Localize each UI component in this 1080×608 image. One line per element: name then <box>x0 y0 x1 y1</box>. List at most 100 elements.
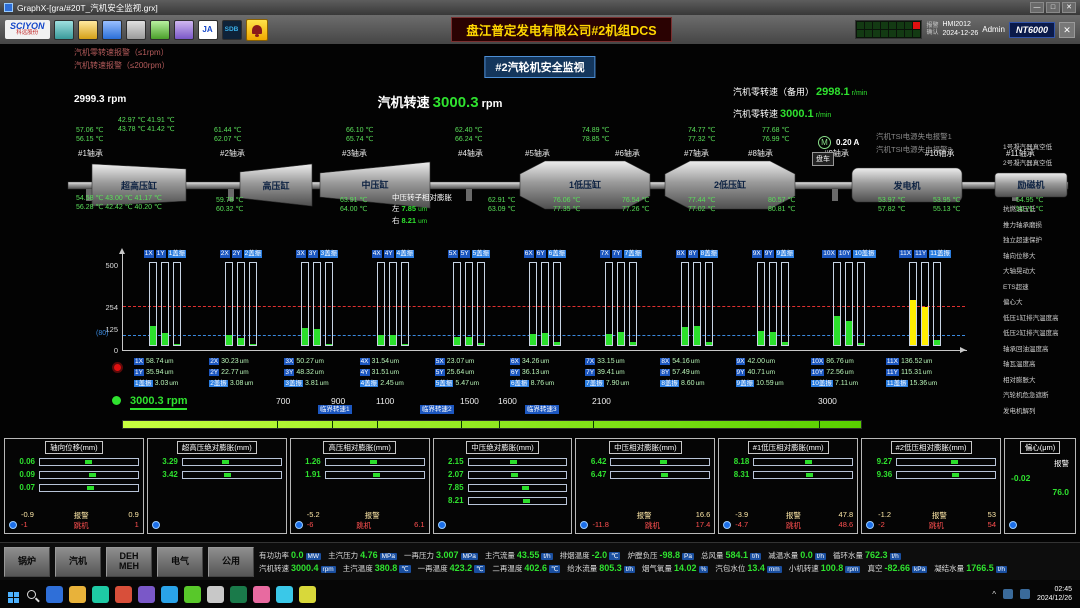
taskbar-icon[interactable] <box>207 586 224 603</box>
vib-y-bar <box>161 262 169 346</box>
reading-unit: Pa <box>682 553 694 560</box>
alarm-grid-cell <box>857 30 864 37</box>
taskbar-icon[interactable] <box>184 586 201 603</box>
alarm-list-item: 发电机解列 <box>1003 404 1077 420</box>
reading-unit: ℃ <box>399 565 410 573</box>
reading-label: 主汽压力 <box>328 550 358 561</box>
alarm-grid-cell <box>857 22 864 29</box>
bearing-temps: 76.06 ℃ 77.35 ℃ <box>553 196 580 214</box>
bearing-temps: 74.89 ℃ 78.85 ℃ <box>582 126 609 144</box>
vib-x-label: 9X <box>752 250 762 258</box>
taskbar-icon[interactable] <box>138 586 155 603</box>
taskbar-icon[interactable] <box>276 586 293 603</box>
gauge <box>182 458 282 466</box>
vib-cover-label: 10盖振 <box>853 250 875 258</box>
taskbar-icon[interactable] <box>69 586 86 603</box>
vibration-values-table: 1X58.74um 1Y35.94um 1盖振3.03um 2X30.23um … <box>134 356 956 389</box>
start-button[interactable] <box>8 592 13 597</box>
window-title: GraphX-[gra/#20T_汽机安全监视.grx] <box>17 2 158 14</box>
reading-label: 炉膛负压 <box>627 550 657 561</box>
reading-value: 402.6 <box>524 563 547 573</box>
vib-cover-label: 11盖振 <box>929 250 951 258</box>
exciter-label: 励磁机 <box>1017 179 1044 190</box>
gauge <box>468 458 568 466</box>
speed-tick: 700 <box>276 396 290 406</box>
alarm-list-item: 低压1缸排汽温度高 <box>1003 311 1077 327</box>
panel-lp2-rel-expansion: #2低压相对膨胀(mm) 9.27 9.36 -1.2报警53 -2跳机54 <box>861 438 1001 534</box>
reading-unit: t/h <box>890 553 901 560</box>
clock[interactable]: 02:45 2024/12/26 <box>1037 585 1072 603</box>
bearing-temps: 62.91 ℃ 63.09 ℃ <box>488 196 515 214</box>
reading-value: 1766.5 <box>966 563 994 573</box>
tray-network-icon[interactable] <box>1003 589 1013 599</box>
reading: 一再温度 423.2 ℃ <box>418 563 486 574</box>
reading-unit: MW <box>306 553 322 560</box>
vib-x-label: 7X <box>600 250 610 258</box>
gauge <box>39 458 139 466</box>
toolbar-close-button[interactable]: ✕ <box>1059 22 1075 38</box>
window-controls: — □ ✕ <box>1030 2 1076 13</box>
new-icon[interactable] <box>54 20 74 40</box>
reading: 二再温度 402.6 ℃ <box>492 563 560 574</box>
alarm-bell-icon[interactable] <box>246 19 268 41</box>
taskbar-icon[interactable] <box>161 586 178 603</box>
alarm-list-item: 轴承回油温度高 <box>1003 342 1077 358</box>
reading-value: -82.66 <box>884 563 910 573</box>
vib-cover-bar <box>249 262 257 346</box>
nav-deh-meh-button[interactable]: DEH MEH <box>106 547 152 577</box>
reading-unit: MPa <box>461 553 478 560</box>
vib-cover-bar <box>173 262 181 346</box>
bearing-temps: 76.54 ℃ 77.26 ℃ <box>622 196 649 214</box>
print-icon[interactable] <box>126 20 146 40</box>
reading-unit: rpm <box>845 566 860 573</box>
reading: 有功功率 0.0 MW <box>259 550 321 561</box>
open-icon[interactable] <box>78 20 98 40</box>
reading-label: 汽包水位 <box>715 563 745 574</box>
vib-x-bar <box>149 262 157 346</box>
vibration-value-column: 7X33.15um 7Y39.41um 7盖振7.90um <box>585 356 655 389</box>
nav-turbine-button[interactable]: 汽机 <box>55 547 101 577</box>
reading-value: -98.8 <box>659 550 680 560</box>
close-button[interactable]: ✕ <box>1062 2 1076 13</box>
taskbar-icon[interactable] <box>92 586 109 603</box>
vibration-value-column: 6X34.26um 6Y36.13um 6盖振8.76um <box>510 356 580 389</box>
reading: 真空 -82.66 kPa <box>867 563 927 574</box>
ip-rotor-expansion: 中压转子相对膨胀 左7.85um 右8.21um <box>392 192 452 227</box>
vib-y-label: 3Y <box>308 250 318 258</box>
reading: 排烟温度 -2.0 ℃ <box>560 550 621 561</box>
bearing-temps: 77.44 ℃ 77.02 ℃ <box>688 196 715 214</box>
eccentricity-limit: 76.0 <box>1052 487 1069 497</box>
nav-common-button[interactable]: 公用 <box>208 547 254 577</box>
save-icon[interactable] <box>102 20 122 40</box>
gauge <box>39 471 139 479</box>
sdb-logo-icon[interactable]: SDB <box>222 20 242 40</box>
nav-boiler-button[interactable]: 锅炉 <box>4 547 50 577</box>
vib-x-label: 8X <box>676 250 686 258</box>
bearing-temps: 77.68 ℃ 76.99 ℃ <box>762 126 789 144</box>
reading: 凝结水量 1766.5 t/h <box>934 563 1007 574</box>
vib-y-bar <box>769 262 777 346</box>
panel-hp-rel-expansion: 高压相对膨胀(mm) 1.26 1.91 -5.2报警 -6跳机6.1 <box>290 438 430 534</box>
trend-icon[interactable] <box>150 20 170 40</box>
ja-logo-icon[interactable]: JA <box>198 20 218 40</box>
nav-electrical-button[interactable]: 电气 <box>157 547 203 577</box>
tray-expand-icon[interactable]: ^ <box>992 590 996 599</box>
tray-volume-icon[interactable] <box>1020 589 1030 599</box>
taskbar-icon[interactable] <box>230 586 247 603</box>
alarm-grid-cell <box>865 22 872 29</box>
search-icon[interactable] <box>27 590 36 599</box>
maximize-button[interactable]: □ <box>1046 2 1060 13</box>
taskbar-icon[interactable] <box>299 586 316 603</box>
reading: 小机转速 100.8 rpm <box>789 563 861 574</box>
taskbar-icon[interactable] <box>46 586 63 603</box>
snapshot-icon[interactable] <box>174 20 194 40</box>
vib-x-bar <box>301 262 309 346</box>
minimize-button[interactable]: — <box>1030 2 1044 13</box>
gauge <box>468 497 568 505</box>
vibration-group: 4X 4Y 4盖振 <box>362 250 424 346</box>
taskbar-icon[interactable] <box>253 586 270 603</box>
taskbar-icon[interactable] <box>115 586 132 603</box>
vibration-group: 9X 9Y 9盖振 <box>742 250 804 346</box>
alarm-list-item: 汽轮机危急遮断 <box>1003 388 1077 404</box>
ip-rotor-expansion-title: 中压转子相对膨胀 <box>392 192 452 203</box>
